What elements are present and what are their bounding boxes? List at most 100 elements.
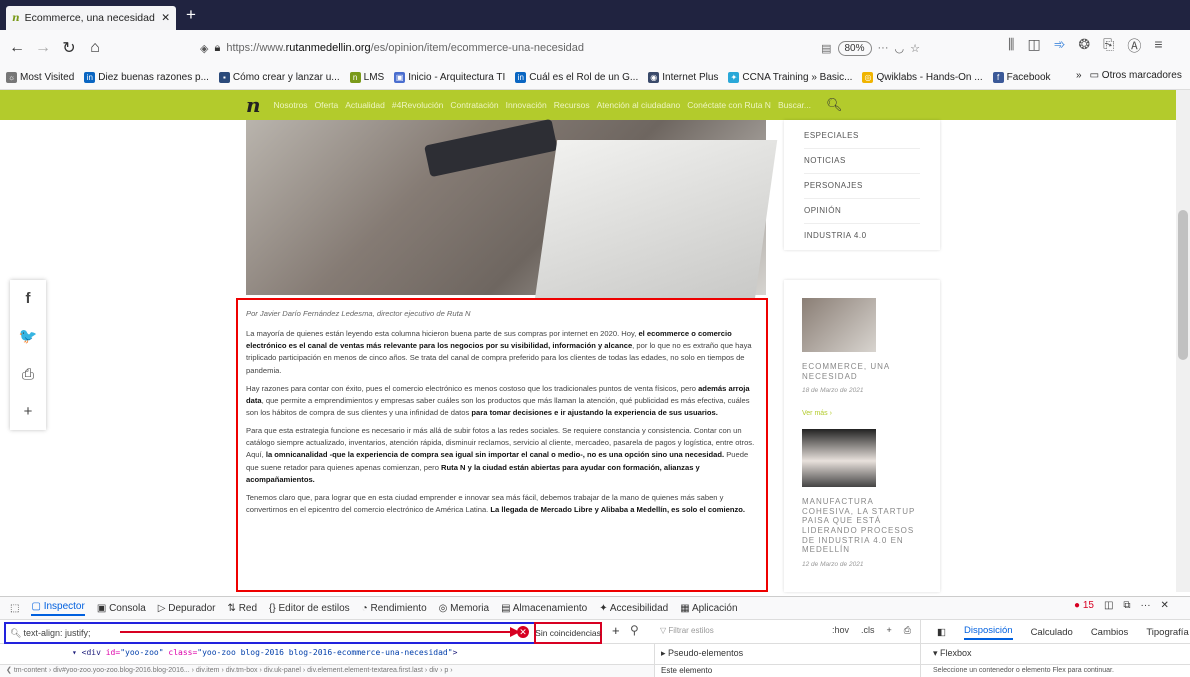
bookmark-star-icon[interactable]: ☆	[910, 42, 920, 55]
extension-arrow-icon[interactable]: ➾	[1054, 36, 1066, 56]
scrollbar-thumb[interactable]	[1178, 210, 1188, 360]
tab-network[interactable]: ⇅ Red	[228, 603, 258, 614]
tab-application[interactable]: ▦ Aplicación	[680, 603, 737, 614]
search-icon[interactable]: 🔍︎	[826, 97, 843, 113]
tab-changes[interactable]: Cambios	[1091, 627, 1129, 638]
browser-tab[interactable]: n Ecommerce, una necesidad - R ✕	[6, 6, 176, 30]
site-nav-item[interactable]: Atención al ciudadano	[597, 100, 681, 110]
tab-performance[interactable]: ◔ Rendimiento	[362, 603, 427, 614]
site-nav-item[interactable]: Conéctate con Ruta N	[687, 100, 771, 110]
url-text[interactable]: https://www.rutanmedellin.org/es/opinion…	[226, 42, 584, 54]
site-nav-item[interactable]: Oferta	[315, 100, 339, 110]
bookmark-item[interactable]: ◎ Qwiklabs - Hands-On ...	[862, 72, 983, 83]
sidebar-icon[interactable]: ◫	[1027, 36, 1040, 56]
other-bookmarks-button[interactable]: ▭ Otros marcadores	[1090, 70, 1182, 81]
error-count-badge[interactable]: ● 15	[1074, 600, 1094, 611]
tab-fonts[interactable]: Tipografía	[1146, 627, 1188, 638]
html-search-input[interactable]: 🔍︎ text-align: justify;	[4, 622, 536, 644]
bookmark-item[interactable]: in Cuál es el Rol de un G...	[515, 72, 638, 83]
screenshot-icon[interactable]: ⎘	[1103, 36, 1114, 56]
read-more-link[interactable]: Ver más ›	[802, 410, 922, 417]
add-rule-icon[interactable]: +	[887, 625, 892, 636]
bookmark-item[interactable]: ☼ Most Visited	[6, 72, 74, 83]
tab-console[interactable]: ▣ Consola	[97, 603, 146, 614]
related-date: 12 de Marzo de 2021	[802, 560, 864, 568]
tracking-shield-icon[interactable]: ◈	[200, 42, 208, 55]
tab-memory[interactable]: ◎ Memoria	[439, 603, 489, 614]
bookmark-item[interactable]: f Facebook	[992, 72, 1051, 83]
related-title[interactable]: MANUFACTURA COHESIVA, LA STARTUP PAISA Q…	[802, 497, 922, 555]
pocket-icon[interactable]: ◡	[895, 42, 905, 55]
add-node-icon[interactable]: +	[612, 623, 620, 638]
related-thumbnail[interactable]	[802, 429, 876, 488]
tab-accessibility[interactable]: ✦ Accesibilidad	[599, 603, 668, 614]
category-item[interactable]: INDUSTRIA 4.0	[804, 224, 920, 248]
category-item[interactable]: PERSONAJES	[804, 174, 920, 199]
markup-view-line[interactable]: ▾ <div id="yoo-zoo" class="yoo-zoo blog-…	[0, 644, 654, 666]
zoom-level-badge[interactable]: 80%	[837, 40, 872, 56]
extension-icon[interactable]: ❂	[1078, 36, 1090, 56]
search-value[interactable]: text-align: justify;	[23, 628, 90, 638]
more-share-icon[interactable]: +	[24, 403, 33, 420]
markup-breadcrumbs[interactable]: ❮ tm-content › div#yoo-zoo.yoo-zoo.blog-…	[0, 664, 654, 677]
responsive-icon[interactable]: ⧉	[1123, 600, 1130, 611]
tab-debugger[interactable]: ▷ Depurador	[158, 603, 216, 614]
tab-computed[interactable]: Calculado	[1031, 627, 1073, 638]
tab-style-editor[interactable]: {} Editor de estilos	[269, 603, 350, 614]
category-item[interactable]: NOTICIAS	[804, 149, 920, 174]
lock-icon[interactable]: 🔒︎	[214, 42, 220, 55]
category-item[interactable]: ESPECIALES	[804, 124, 920, 149]
related-title[interactable]: ECOMMERCE, UNA NECESIDAD	[802, 362, 922, 381]
category-item[interactable]: OPINIÓN	[804, 199, 920, 224]
library-icon[interactable]: ⫼	[1008, 36, 1014, 56]
devtools-menu-icon[interactable]: ···	[1141, 600, 1151, 611]
tab-inspector[interactable]: ▢ Inspector	[31, 601, 85, 616]
filter-styles-input[interactable]: ▽ Filtrar estilos	[660, 626, 714, 635]
devtools-close-icon[interactable]: ✕	[1161, 600, 1169, 611]
site-logo[interactable]: n	[246, 93, 261, 117]
site-search-input[interactable]: Buscar...	[778, 100, 811, 110]
print-simulation-icon[interactable]: ⎙	[904, 625, 911, 636]
bookmark-item[interactable]: ✦ CCNA Training » Basic...	[728, 72, 852, 83]
site-nav-item[interactable]: #4Revolución	[392, 100, 444, 110]
twitter-share-icon[interactable]: 🐦	[19, 327, 38, 345]
back-icon[interactable]: ←	[4, 35, 30, 61]
facebook-share-icon[interactable]: f	[26, 290, 31, 307]
site-nav-item[interactable]: Recursos	[554, 100, 590, 110]
reload-icon[interactable]: ↻	[56, 35, 82, 61]
url-bar[interactable]: ◈ 🔒︎ https://www.rutanmedellin.org/es/op…	[200, 34, 920, 62]
related-thumbnail[interactable]	[802, 298, 876, 352]
tab-layout[interactable]: Disposición	[963, 625, 1013, 640]
annotation-arrow	[120, 631, 514, 633]
bookmarks-overflow-button[interactable]: »	[1076, 70, 1082, 81]
bookmark-item[interactable]: ▪ Cómo crear y lanzar u...	[218, 72, 340, 83]
new-tab-button[interactable]: +	[186, 5, 196, 25]
tab-storage[interactable]: ▤ Almacenamiento	[501, 603, 587, 614]
site-nav-item[interactable]: Actualidad	[345, 100, 385, 110]
menu-icon[interactable]: ≡	[1154, 36, 1162, 56]
toggle-panel-icon[interactable]: ◧	[937, 627, 946, 638]
hov-button[interactable]: :hov	[832, 625, 849, 636]
dock-icon[interactable]: ◫	[1104, 600, 1113, 611]
breadcrumb-back-icon[interactable]: ❮	[6, 667, 14, 674]
clear-search-icon[interactable]: ✕	[517, 626, 529, 638]
site-nav-item[interactable]: Nosotros	[274, 100, 308, 110]
bookmark-item[interactable]: in Diez buenas razones p...	[84, 72, 209, 83]
bookmark-item[interactable]: n LMS	[349, 72, 384, 83]
page-actions-icon[interactable]: ···	[878, 42, 889, 54]
cls-button[interactable]: .cls	[861, 625, 875, 636]
pseudo-elements-toggle[interactable]: ▸ Pseudo-elementos	[654, 644, 920, 664]
reader-view-icon[interactable]: ▤	[821, 42, 831, 55]
print-icon[interactable]: ⎙	[22, 366, 34, 383]
eyedropper-icon[interactable]: ⚲	[630, 623, 639, 637]
bookmark-item[interactable]: ▣ Inicio - Arquitectura TI	[394, 72, 505, 83]
extension-a-icon[interactable]: Ⓐ	[1127, 36, 1141, 56]
forward-icon[interactable]: →	[30, 35, 56, 61]
tab-close-icon[interactable]: ✕	[161, 12, 170, 24]
site-nav-item[interactable]: Innovación	[506, 100, 547, 110]
flexbox-section[interactable]: ▾ Flexbox	[920, 644, 1190, 664]
home-icon[interactable]: ⌂	[82, 35, 108, 61]
element-picker-icon[interactable]: ⬚	[10, 603, 19, 614]
site-nav-item[interactable]: Contratación	[450, 100, 498, 110]
bookmark-item[interactable]: ◉ Internet Plus	[648, 72, 718, 83]
